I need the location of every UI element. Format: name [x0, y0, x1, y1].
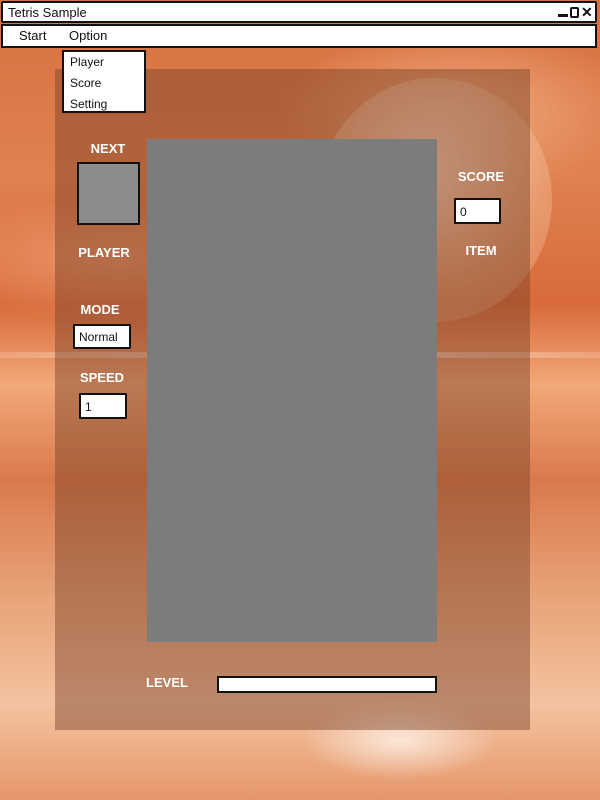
mode-label: MODE: [80, 302, 120, 317]
menu-option[interactable]: Option: [69, 28, 107, 43]
option-dropdown: Player Score Setting: [62, 50, 146, 113]
title-bar: Tetris Sample ✕: [1, 1, 597, 23]
level-progress-bar: [217, 676, 437, 693]
window-title: Tetris Sample: [8, 5, 87, 20]
item-label: ITEM: [465, 243, 497, 258]
score-field: 0: [454, 198, 501, 224]
game-board[interactable]: [147, 139, 437, 642]
maximize-icon[interactable]: [570, 6, 579, 18]
speed-label: SPEED: [79, 370, 125, 385]
dropdown-item-setting[interactable]: Setting: [70, 97, 107, 111]
dropdown-item-player[interactable]: Player: [70, 55, 104, 69]
window-controls: ✕: [558, 4, 593, 20]
dropdown-item-score[interactable]: Score: [70, 76, 101, 90]
next-label: NEXT: [90, 141, 126, 156]
menu-bar: Start Option: [1, 24, 597, 48]
level-label: LEVEL: [146, 675, 188, 690]
minimize-icon[interactable]: [558, 6, 568, 18]
menu-start[interactable]: Start: [19, 28, 46, 43]
close-icon[interactable]: ✕: [581, 5, 593, 19]
score-label: SCORE: [457, 169, 505, 184]
speed-field[interactable]: 1: [79, 393, 127, 419]
player-label: PLAYER: [78, 245, 130, 260]
next-piece-preview: [77, 162, 140, 225]
mode-field[interactable]: Normal: [73, 324, 131, 349]
